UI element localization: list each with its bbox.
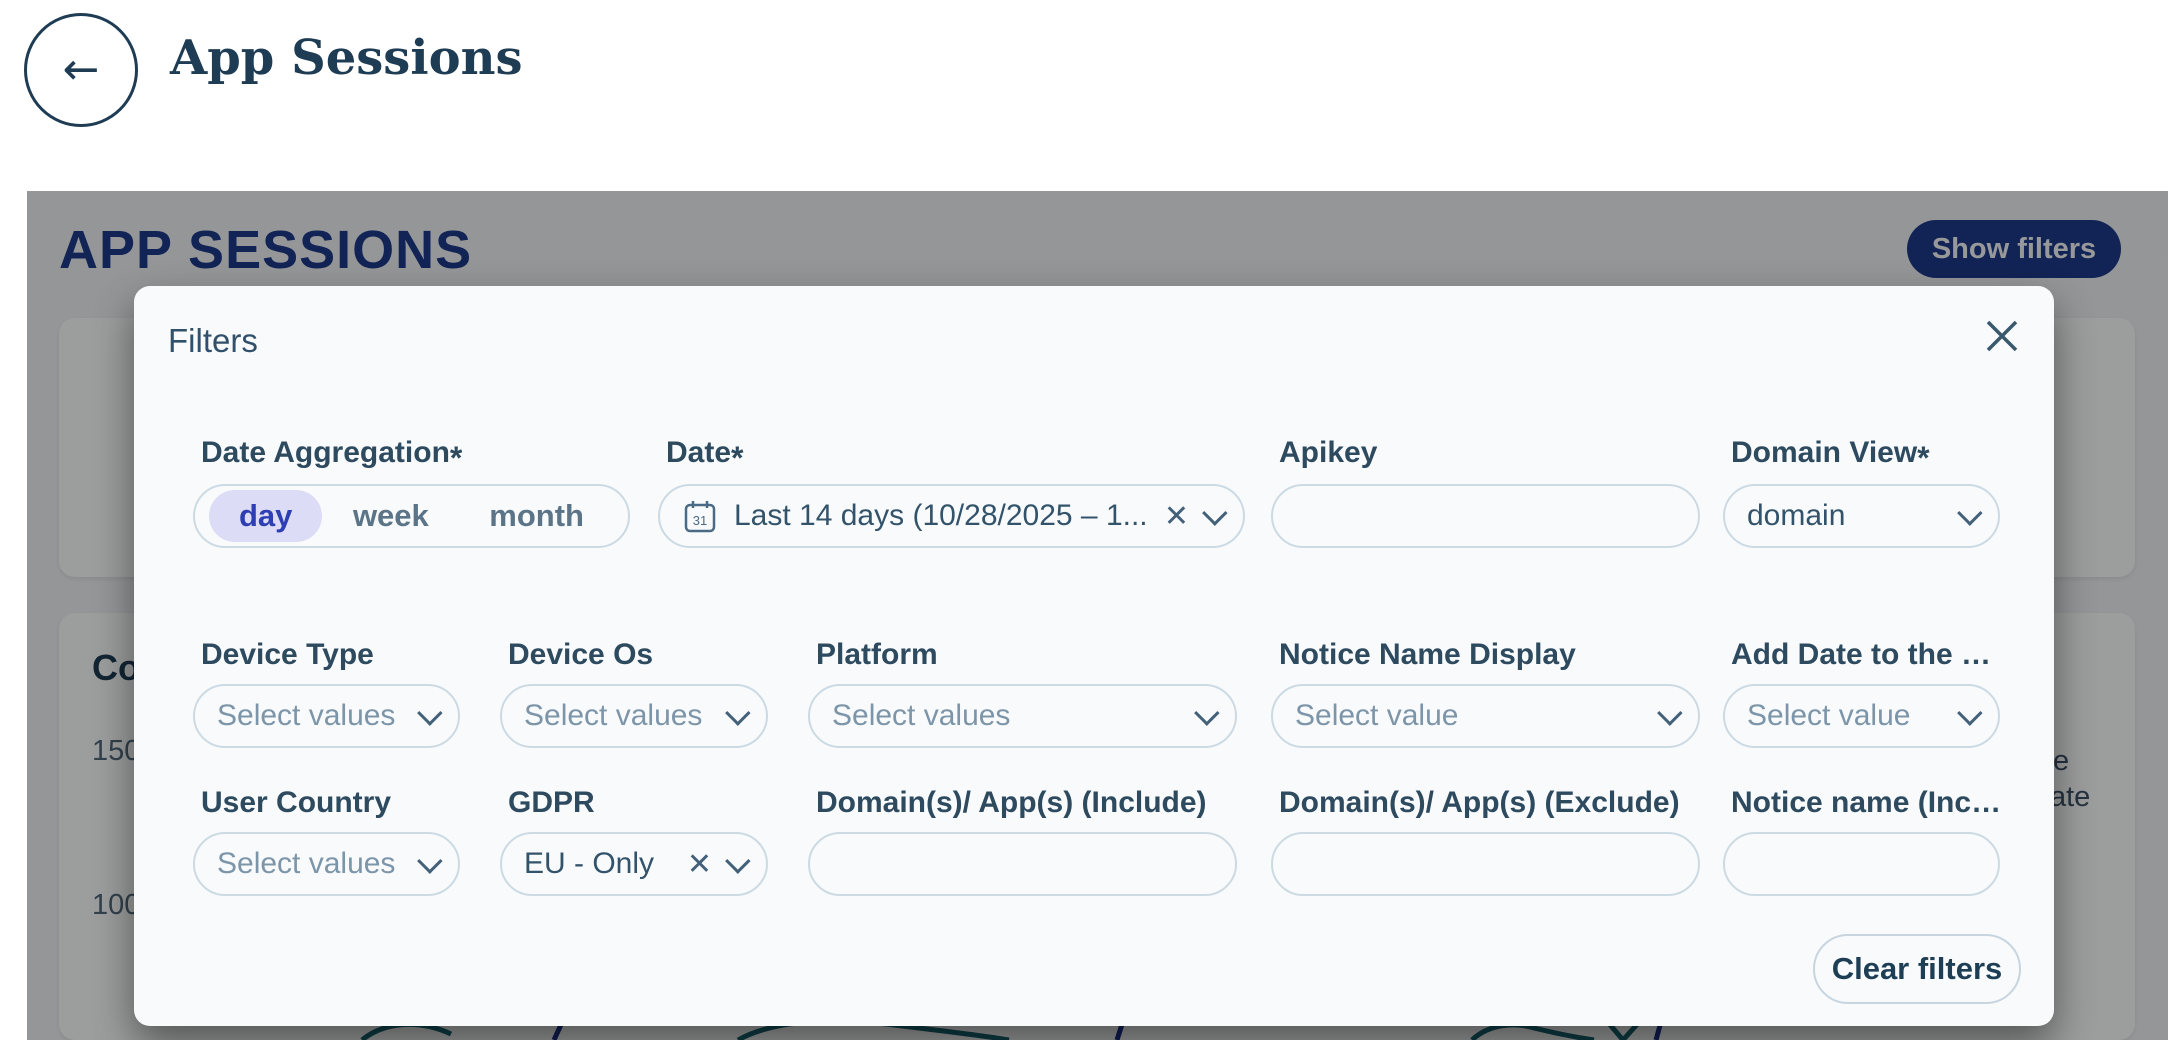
segment-option-day[interactable]: day [209, 490, 322, 542]
clear-gdpr-icon[interactable]: ✕ [687, 847, 712, 882]
app-header: ← App Sessions [0, 0, 2168, 191]
svg-text:31: 31 [693, 513, 707, 528]
domains-include-input[interactable] [808, 832, 1237, 896]
date-aggregation-segmented: day week month [193, 484, 630, 548]
gdpr-select[interactable]: EU - Only ✕ [500, 832, 768, 896]
field-label-notice-name-include: Notice name (Inclu... [1731, 786, 2009, 820]
chevron-down-icon [725, 700, 750, 725]
field-label-device-type: Device Type [201, 638, 461, 672]
notice-name-include-input[interactable] [1723, 832, 2000, 896]
field-label-date-aggregation: Date Aggregation* [201, 436, 631, 473]
arrow-left-icon: ← [63, 48, 100, 92]
segment-option-month[interactable]: month [459, 490, 614, 542]
user-country-select[interactable]: Select values [193, 832, 460, 896]
clear-filters-button[interactable]: Clear filters [1813, 934, 2021, 1004]
device-type-select[interactable]: Select values [193, 684, 460, 748]
field-label-date: Date* [666, 436, 1086, 473]
field-label-notice-name-display: Notice Name Display [1279, 638, 1699, 672]
field-label-domains-include: Domain(s)/ App(s) (Include) [816, 786, 1236, 820]
modal-title: Filters [168, 322, 258, 360]
field-label-user-country: User Country [201, 786, 461, 820]
chevron-down-icon [725, 848, 750, 873]
chevron-down-icon [1202, 500, 1227, 525]
chevron-down-icon [1194, 700, 1219, 725]
add-date-select[interactable]: Select value [1723, 684, 2000, 748]
chevron-down-icon [417, 700, 442, 725]
page-title: App Sessions [170, 30, 523, 86]
chevron-down-icon [1957, 700, 1982, 725]
clear-date-icon[interactable]: ✕ [1164, 499, 1189, 534]
segment-option-week[interactable]: week [323, 490, 459, 542]
domain-view-select[interactable]: domain [1723, 484, 2000, 548]
apikey-input[interactable] [1271, 484, 1700, 548]
notice-name-display-select[interactable]: Select value [1271, 684, 1700, 748]
chevron-down-icon [1657, 700, 1682, 725]
gdpr-value: EU - Only [524, 847, 673, 881]
device-os-select[interactable]: Select values [500, 684, 768, 748]
field-label-device-os: Device Os [508, 638, 768, 672]
close-button[interactable] [1974, 308, 2030, 364]
calendar-icon: 31 [682, 498, 718, 534]
platform-select[interactable]: Select values [808, 684, 1237, 748]
close-x-icon [1982, 316, 2022, 356]
back-button[interactable]: ← [24, 13, 138, 127]
chevron-down-icon [1957, 500, 1982, 525]
field-label-gdpr: GDPR [508, 786, 768, 820]
field-label-apikey: Apikey [1279, 436, 1699, 470]
date-range-value: Last 14 days (10/28/2025 – 1... [734, 499, 1150, 533]
filters-modal: Filters Date Aggregation* day week month… [134, 286, 2054, 1026]
field-label-domain-view: Domain View* [1731, 436, 2011, 473]
field-label-platform: Platform [816, 638, 1236, 672]
chevron-down-icon [417, 848, 442, 873]
field-label-add-date-to-map: Add Date to the ma... [1731, 638, 2009, 672]
domain-view-value: domain [1747, 499, 1944, 533]
date-range-picker[interactable]: 31 Last 14 days (10/28/2025 – 1... ✕ [658, 484, 1245, 548]
field-label-domains-exclude: Domain(s)/ App(s) (Exclude) [1279, 786, 1699, 820]
domains-exclude-input[interactable] [1271, 832, 1700, 896]
